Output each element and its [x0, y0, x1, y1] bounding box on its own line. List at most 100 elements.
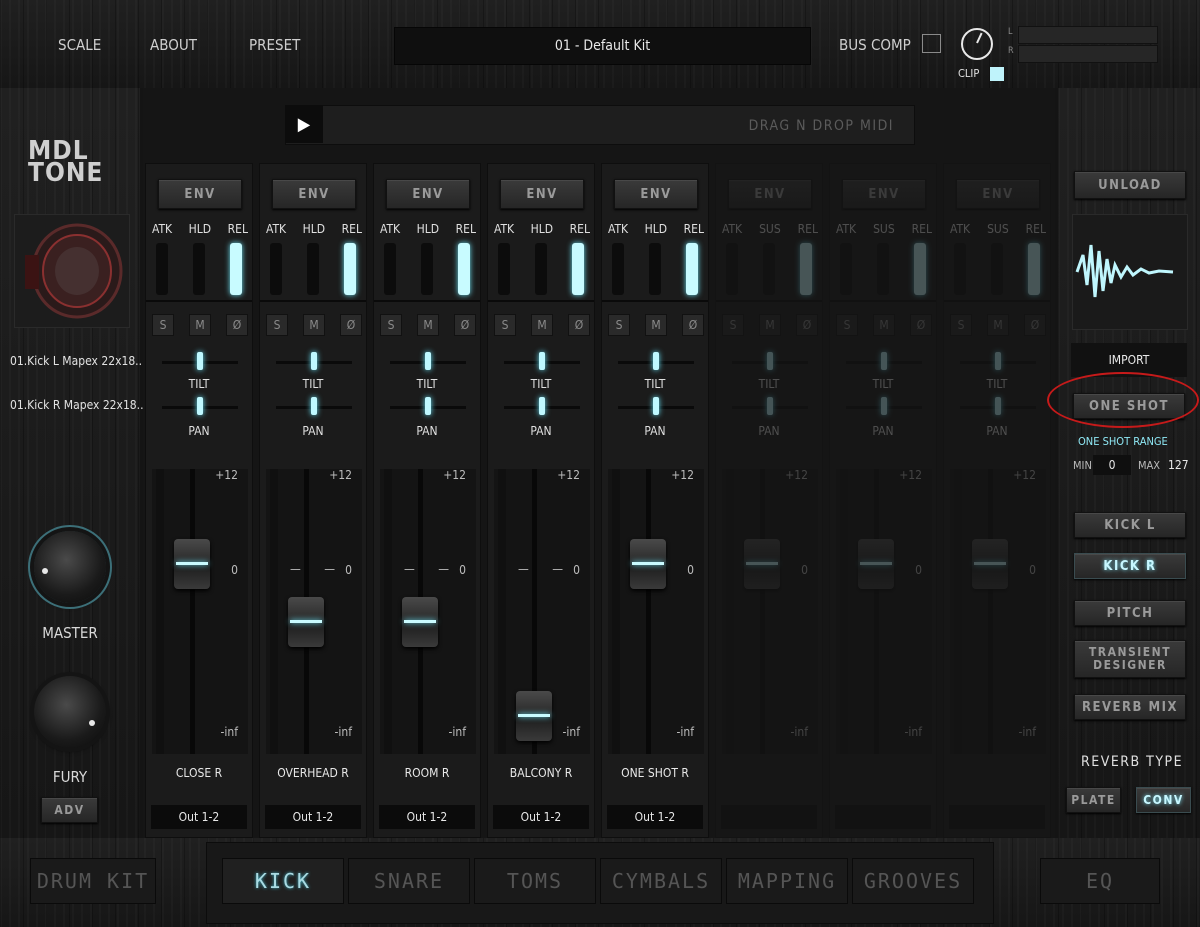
- hold-slider[interactable]: [193, 243, 205, 295]
- hold-slider[interactable]: [421, 243, 433, 295]
- release-slider[interactable]: [572, 243, 584, 295]
- play-button[interactable]: ▶: [285, 105, 323, 143]
- pan-slider[interactable]: [995, 397, 1001, 415]
- scale-menu[interactable]: SCALE: [58, 36, 101, 54]
- release-slider[interactable]: [344, 243, 356, 295]
- tilt-slider[interactable]: [653, 352, 659, 370]
- hold-slider[interactable]: [763, 243, 775, 295]
- tab-eq[interactable]: EQ: [1040, 858, 1160, 904]
- phase-button[interactable]: Ø: [682, 314, 704, 336]
- unload-button[interactable]: UNLOAD: [1074, 171, 1186, 199]
- pitch-button[interactable]: PITCH: [1074, 600, 1186, 626]
- phase-button[interactable]: Ø: [796, 314, 818, 336]
- env-button[interactable]: ENV: [728, 179, 812, 209]
- range-max-input[interactable]: 127: [1168, 458, 1189, 472]
- env-button[interactable]: ENV: [272, 179, 356, 209]
- preset-name-display[interactable]: 01 - Default Kit: [394, 27, 811, 65]
- env-button[interactable]: ENV: [158, 179, 242, 209]
- output-routing[interactable]: [835, 805, 931, 829]
- solo-button[interactable]: S: [950, 314, 972, 336]
- attack-slider[interactable]: [954, 243, 966, 295]
- kick-l-button[interactable]: KICK L: [1074, 512, 1186, 538]
- pan-slider[interactable]: [653, 397, 659, 415]
- env-button[interactable]: ENV: [386, 179, 470, 209]
- reverb-mix-button[interactable]: REVERB MIX: [1074, 694, 1186, 720]
- volume-fader[interactable]: [174, 539, 210, 589]
- tab-grooves[interactable]: GROOVES: [852, 858, 974, 904]
- pan-slider[interactable]: [539, 397, 545, 415]
- attack-slider[interactable]: [726, 243, 738, 295]
- hold-slider[interactable]: [649, 243, 661, 295]
- output-routing[interactable]: Out 1-2: [151, 805, 247, 829]
- mute-button[interactable]: M: [303, 314, 325, 336]
- tilt-slider[interactable]: [425, 352, 431, 370]
- clip-indicator[interactable]: [990, 67, 1004, 81]
- volume-fader[interactable]: [972, 539, 1008, 589]
- tab-drum-kit[interactable]: DRUM KIT: [30, 858, 156, 904]
- output-routing[interactable]: Out 1-2: [607, 805, 703, 829]
- solo-button[interactable]: S: [836, 314, 858, 336]
- output-routing[interactable]: Out 1-2: [379, 805, 475, 829]
- solo-button[interactable]: S: [380, 314, 402, 336]
- release-slider[interactable]: [914, 243, 926, 295]
- env-button[interactable]: ENV: [956, 179, 1040, 209]
- tilt-slider[interactable]: [995, 352, 1001, 370]
- fury-knob[interactable]: [34, 676, 106, 748]
- bus-comp-knob[interactable]: [961, 28, 993, 60]
- phase-button[interactable]: Ø: [1024, 314, 1046, 336]
- mic-kick-r[interactable]: 01.Kick R Mapex 22x18...: [10, 398, 147, 412]
- env-button[interactable]: ENV: [842, 179, 926, 209]
- env-button[interactable]: ENV: [500, 179, 584, 209]
- tab-toms[interactable]: TOMS: [474, 858, 596, 904]
- master-knob[interactable]: [34, 531, 106, 603]
- solo-button[interactable]: S: [722, 314, 744, 336]
- solo-button[interactable]: S: [608, 314, 630, 336]
- phase-button[interactable]: Ø: [568, 314, 590, 336]
- pan-slider[interactable]: [881, 397, 887, 415]
- kick-r-button[interactable]: KICK R: [1074, 553, 1186, 579]
- pan-slider[interactable]: [197, 397, 203, 415]
- tab-snare[interactable]: SNARE: [348, 858, 470, 904]
- release-slider[interactable]: [1028, 243, 1040, 295]
- hold-slider[interactable]: [877, 243, 889, 295]
- tilt-slider[interactable]: [881, 352, 887, 370]
- pan-slider[interactable]: [311, 397, 317, 415]
- phase-button[interactable]: Ø: [340, 314, 362, 336]
- phase-button[interactable]: Ø: [226, 314, 248, 336]
- mic-kick-l[interactable]: 01.Kick L Mapex 22x18...: [10, 354, 145, 368]
- hold-slider[interactable]: [991, 243, 1003, 295]
- mute-button[interactable]: M: [987, 314, 1009, 336]
- about-menu[interactable]: ABOUT: [150, 36, 197, 54]
- transient-designer-button[interactable]: TRANSIENT DESIGNER: [1074, 640, 1186, 678]
- tilt-slider[interactable]: [197, 352, 203, 370]
- env-button[interactable]: ENV: [614, 179, 698, 209]
- attack-slider[interactable]: [498, 243, 510, 295]
- solo-button[interactable]: S: [494, 314, 516, 336]
- hold-slider[interactable]: [535, 243, 547, 295]
- tilt-slider[interactable]: [311, 352, 317, 370]
- bus-comp-checkbox[interactable]: [922, 34, 941, 53]
- attack-slider[interactable]: [270, 243, 282, 295]
- solo-button[interactable]: S: [266, 314, 288, 336]
- mute-button[interactable]: M: [759, 314, 781, 336]
- volume-fader[interactable]: [630, 539, 666, 589]
- pan-slider[interactable]: [425, 397, 431, 415]
- mute-button[interactable]: M: [645, 314, 667, 336]
- range-min-input[interactable]: 0: [1093, 455, 1131, 475]
- phase-button[interactable]: Ø: [910, 314, 932, 336]
- output-routing[interactable]: [721, 805, 817, 829]
- phase-button[interactable]: Ø: [454, 314, 476, 336]
- tab-kick[interactable]: KICK: [222, 858, 344, 904]
- volume-fader[interactable]: [744, 539, 780, 589]
- conv-button[interactable]: CONV: [1136, 787, 1191, 813]
- hold-slider[interactable]: [307, 243, 319, 295]
- preset-menu[interactable]: PRESET: [249, 36, 300, 54]
- pan-slider[interactable]: [767, 397, 773, 415]
- mute-button[interactable]: M: [873, 314, 895, 336]
- mute-button[interactable]: M: [189, 314, 211, 336]
- attack-slider[interactable]: [840, 243, 852, 295]
- mute-button[interactable]: M: [531, 314, 553, 336]
- volume-fader[interactable]: [858, 539, 894, 589]
- tilt-slider[interactable]: [767, 352, 773, 370]
- output-routing[interactable]: Out 1-2: [493, 805, 589, 829]
